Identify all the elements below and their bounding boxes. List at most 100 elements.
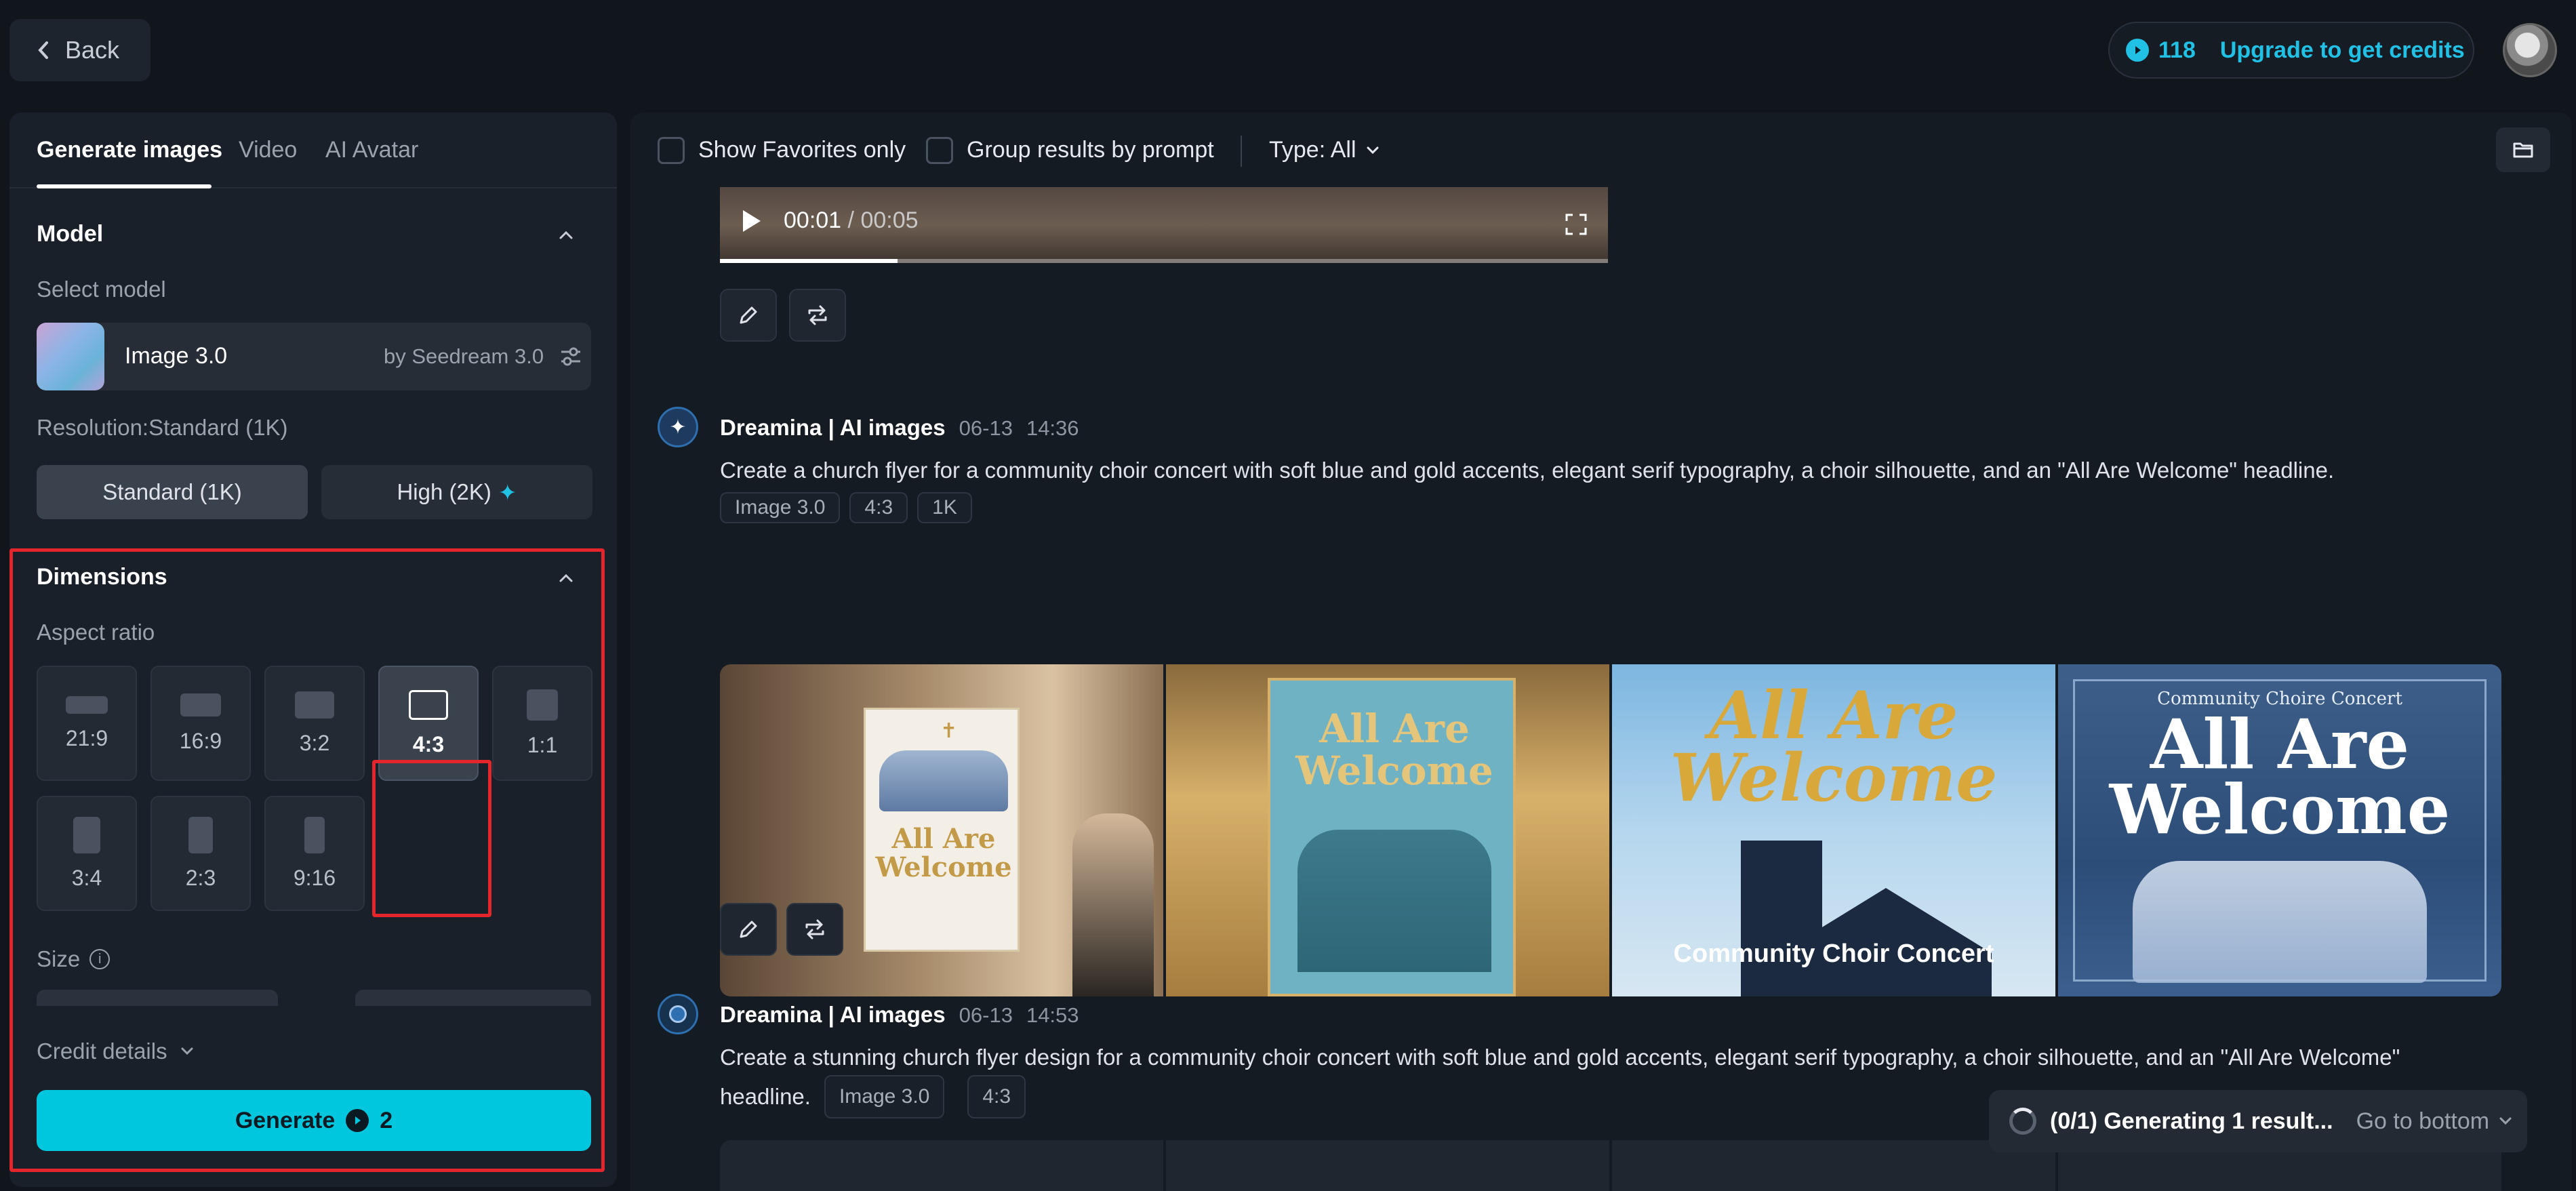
back-button[interactable]: Back <box>9 19 150 81</box>
ratio-label: 4:3 <box>412 731 445 756</box>
sliders-icon[interactable] <box>559 344 583 369</box>
generation-tags: Image 3.0 4:3 1K <box>720 492 982 523</box>
ratio-2-3[interactable]: 2:3 <box>150 796 251 911</box>
credit-details-toggle[interactable]: Credit details <box>37 1038 196 1064</box>
model-section-title: Model <box>37 221 104 247</box>
generation-time: 14:36 <box>1026 416 1079 440</box>
ratio-label: 2:3 <box>185 865 216 890</box>
pencil-icon <box>740 306 757 324</box>
pencil-icon <box>740 921 757 938</box>
generation-status: (0/1) Generating 1 result... <box>2050 1108 2333 1134</box>
selected-ratio-highlight <box>372 760 491 917</box>
aspect-ratio-label: Aspect ratio <box>37 620 155 645</box>
tag-model: Image 3.0 <box>824 1075 945 1118</box>
chevron-down-icon <box>2499 1117 2512 1125</box>
user-avatar[interactable] <box>2503 23 2557 77</box>
result-image-3[interactable]: All Are Welcome Community Choir Concert <box>1612 664 2055 996</box>
edit-button[interactable] <box>720 289 777 342</box>
singer-figure <box>1072 813 1154 996</box>
video-progress[interactable] <box>720 259 1608 263</box>
prompt-line-2: headline. <box>720 1084 811 1109</box>
mode-tabs: Generate images Video AI Avatar <box>9 113 617 188</box>
size-label: Size <box>37 946 81 971</box>
tab-ai-avatar[interactable]: AI Avatar <box>325 137 418 163</box>
play-icon[interactable] <box>743 210 761 232</box>
generation-header: Dreamina | AI images 06-13 14:53 <box>720 1002 1079 1028</box>
credit-count: 118 <box>2158 37 2196 63</box>
credit-coin-icon <box>2126 39 2149 62</box>
dimensions-section-title: Dimensions <box>37 564 167 590</box>
generation-settings-panel: Generate images Video AI Avatar Model Se… <box>9 113 617 1187</box>
credit-details-label: Credit details <box>37 1038 167 1064</box>
fullscreen-icon[interactable] <box>1565 213 1588 236</box>
regenerate-button[interactable] <box>789 289 846 342</box>
ratio-shape <box>66 695 108 714</box>
cross-icon: ✝ <box>940 720 958 742</box>
ratio-shape <box>295 691 334 719</box>
go-to-bottom-button[interactable]: Go to bottom <box>2356 1108 2514 1135</box>
loading-avatar-icon <box>669 1005 687 1023</box>
poster-line-2: Welcome <box>875 851 1012 883</box>
select-model-label: Select model <box>37 277 166 302</box>
generate-button[interactable]: Generate 2 <box>37 1090 591 1151</box>
favorites-label[interactable]: Show Favorites only <box>698 137 906 163</box>
generator-name: Dreamina | AI images <box>720 415 946 440</box>
upgrade-link[interactable]: Upgrade to get credits <box>2220 37 2465 64</box>
ratio-21-9[interactable]: 21:9 <box>37 666 137 781</box>
tag-model: Image 3.0 <box>720 492 841 523</box>
regenerate-button[interactable] <box>786 903 843 956</box>
ratio-1-1[interactable]: 1:1 <box>492 666 592 781</box>
edit-button[interactable] <box>720 903 777 956</box>
result-image-2[interactable]: All Are Welcome <box>1166 664 1609 996</box>
generation-prompt: Create a church flyer for a community ch… <box>720 458 2335 483</box>
ratio-shape <box>188 816 213 853</box>
folder-button[interactable] <box>2496 127 2550 172</box>
resolution-standard-button[interactable]: Standard (1K) <box>37 465 308 519</box>
video-total-time: / 00:05 <box>847 207 919 233</box>
favorites-checkbox[interactable] <box>658 137 685 164</box>
generator-name: Dreamina | AI images <box>720 1002 946 1027</box>
group-label[interactable]: Group results by prompt <box>967 137 1214 163</box>
tab-generate-images[interactable]: Generate images <box>37 137 222 163</box>
resolution-label: Resolution:Standard (1K) <box>37 415 288 440</box>
poster-line-1: All Are <box>1319 706 1470 752</box>
group-checkbox[interactable] <box>926 137 953 164</box>
ratio-3-4[interactable]: 3:4 <box>37 796 137 911</box>
info-icon[interactable]: i <box>89 949 110 969</box>
chevron-down-icon <box>1367 146 1379 154</box>
result-image-4[interactable]: Community Choire Concert All Are Welcome <box>2058 664 2501 996</box>
generator-avatar: ✦ <box>658 407 698 447</box>
poster-line-1: All Are <box>2150 704 2410 784</box>
ratio-shape <box>527 689 558 721</box>
ratio-3-2[interactable]: 3:2 <box>264 666 365 781</box>
ratio-16-9[interactable]: 16:9 <box>150 666 251 781</box>
model-provider: by Seedream 3.0 <box>384 344 544 368</box>
ratio-shape <box>180 693 221 716</box>
choir-silhouette <box>1297 830 1491 972</box>
credits-pill[interactable]: 118 Upgrade to get credits <box>2108 22 2474 79</box>
active-tab-indicator <box>37 184 212 188</box>
collapse-dimensions-icon[interactable] <box>556 568 576 588</box>
model-selector[interactable]: Image 3.0 by Seedream 3.0 <box>37 323 591 390</box>
filter-bar: Show Favorites only Group results by pro… <box>630 113 2572 187</box>
generate-cost: 2 <box>380 1107 393 1133</box>
tab-video[interactable]: Video <box>239 137 297 163</box>
size-height-field[interactable] <box>355 990 591 1006</box>
size-width-field[interactable] <box>37 990 278 1006</box>
type-filter-dropdown[interactable]: Type: All <box>1269 137 1381 163</box>
video-player[interactable]: 00:01 / 00:05 <box>720 187 1608 263</box>
church-tower <box>1741 841 1822 996</box>
results-panel: Show Favorites only Group results by pro… <box>630 113 2572 1191</box>
collapse-model-icon[interactable] <box>556 225 576 245</box>
model-name: Image 3.0 <box>125 343 228 369</box>
ratio-label: 9:16 <box>293 865 336 890</box>
ratio-9-16[interactable]: 9:16 <box>264 796 365 911</box>
poster-line-2: Welcome <box>2109 769 2451 849</box>
resolution-high-button[interactable]: High (2K) ✦ <box>321 465 592 519</box>
sparkle-icon: ✦ <box>498 479 517 505</box>
ratio-shape <box>73 816 100 853</box>
poster-line-1: All Are <box>891 823 996 855</box>
generation-progress-toast: (0/1) Generating 1 result... Go to botto… <box>1989 1090 2527 1152</box>
ratio-shape <box>409 689 448 720</box>
resolution-high-label: High (2K) <box>397 479 491 504</box>
